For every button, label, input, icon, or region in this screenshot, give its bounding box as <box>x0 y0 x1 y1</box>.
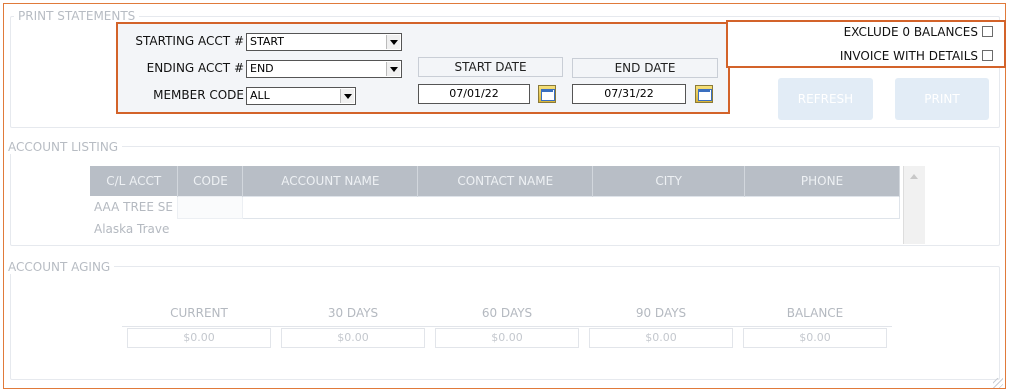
end-date-input[interactable]: 07/31/22 <box>572 84 686 104</box>
calendar-icon[interactable] <box>695 85 713 103</box>
aging-value: $0.00 <box>281 327 425 348</box>
aging-30-days-value: $0.00 <box>276 326 430 349</box>
cell-cl-acct[interactable]: AAA TREE SE <box>90 196 178 218</box>
aging-col-90-days: 90 DAYS <box>584 300 738 327</box>
print-statements-legend: PRINT STATEMENTS <box>14 9 140 23</box>
invoice-with-details-option[interactable]: INVOICE WITH DETAILS <box>840 48 993 64</box>
aging-60-days-value: $0.00 <box>430 326 584 349</box>
cell-rest[interactable] <box>242 195 900 219</box>
resize-grip-icon[interactable] <box>991 376 1003 388</box>
aging-col-balance: BALANCE <box>738 300 892 327</box>
chevron-down-icon[interactable] <box>386 35 400 49</box>
invoice-with-details-label: INVOICE WITH DETAILS <box>839 49 978 63</box>
member-code-value: ALL <box>250 89 270 102</box>
account-aging-legend: ACCOUNT AGING <box>4 260 115 274</box>
aging-balance-value: $0.00 <box>738 326 892 349</box>
chevron-down-icon[interactable] <box>386 62 400 76</box>
account-listing-scrollbar[interactable] <box>903 166 925 244</box>
aging-col-current: CURRENT <box>122 300 276 327</box>
ending-acct-value: END <box>250 62 274 75</box>
exclude-zero-balances-label: EXCLUDE 0 BALANCES <box>843 25 978 39</box>
cell-code[interactable] <box>177 195 244 219</box>
col-cl-acct[interactable]: C/L ACCT <box>90 166 179 196</box>
aging-value: $0.00 <box>743 327 887 348</box>
member-code-select[interactable]: ALL <box>246 87 356 105</box>
col-code[interactable]: CODE <box>177 166 244 196</box>
table-row[interactable]: Alaska Trave <box>90 218 900 240</box>
invoice-with-details-checkbox[interactable] <box>982 50 993 61</box>
cell-cl-acct[interactable]: Alaska Trave <box>90 218 178 240</box>
ending-acct-select[interactable]: END <box>246 60 402 78</box>
member-code-label: MEMBER CODE <box>153 88 244 102</box>
print-button[interactable]: PRINT <box>895 78 989 120</box>
aging-value: $0.00 <box>435 327 579 348</box>
aging-current-value: $0.00 <box>122 326 276 349</box>
scroll-up-icon[interactable] <box>910 174 918 179</box>
aging-col-30-days: 30 DAYS <box>276 300 430 327</box>
start-date-header: START DATE <box>418 57 563 77</box>
chevron-down-icon[interactable] <box>340 89 354 103</box>
account-aging-table: CURRENT 30 DAYS 60 DAYS 90 DAYS BALANCE … <box>122 300 892 349</box>
exclude-zero-balances-checkbox[interactable] <box>982 26 993 37</box>
start-date-input[interactable]: 07/01/22 <box>418 84 530 104</box>
col-contact-name[interactable]: CONTACT NAME <box>417 166 594 196</box>
starting-acct-value: START <box>250 35 284 48</box>
aging-90-days-value: $0.00 <box>584 326 738 349</box>
end-date-header: END DATE <box>572 58 718 78</box>
calendar-icon[interactable] <box>538 85 556 103</box>
cell-empty <box>178 218 900 240</box>
refresh-button[interactable]: REFRESH <box>778 78 873 120</box>
table-row[interactable]: AAA TREE SE <box>90 195 900 219</box>
col-account-name[interactable]: ACCOUNT NAME <box>242 166 419 196</box>
ending-acct-label: ENDING ACCT # <box>146 61 244 75</box>
starting-acct-select[interactable]: START <box>246 33 402 51</box>
account-listing-table: C/L ACCT CODE ACCOUNT NAME CONTACT NAME … <box>90 166 900 240</box>
col-phone[interactable]: PHONE <box>744 166 900 196</box>
aging-value: $0.00 <box>127 327 271 348</box>
exclude-zero-balances-option[interactable]: EXCLUDE 0 BALANCES <box>844 24 993 40</box>
aging-col-60-days: 60 DAYS <box>430 300 584 327</box>
account-listing-table-wrap: C/L ACCT CODE ACCOUNT NAME CONTACT NAME … <box>90 166 926 244</box>
col-city[interactable]: CITY <box>592 166 746 196</box>
starting-acct-label: STARTING ACCT # <box>135 34 244 48</box>
account-listing-legend: ACCOUNT LISTING <box>4 140 123 154</box>
aging-value: $0.00 <box>589 327 733 348</box>
